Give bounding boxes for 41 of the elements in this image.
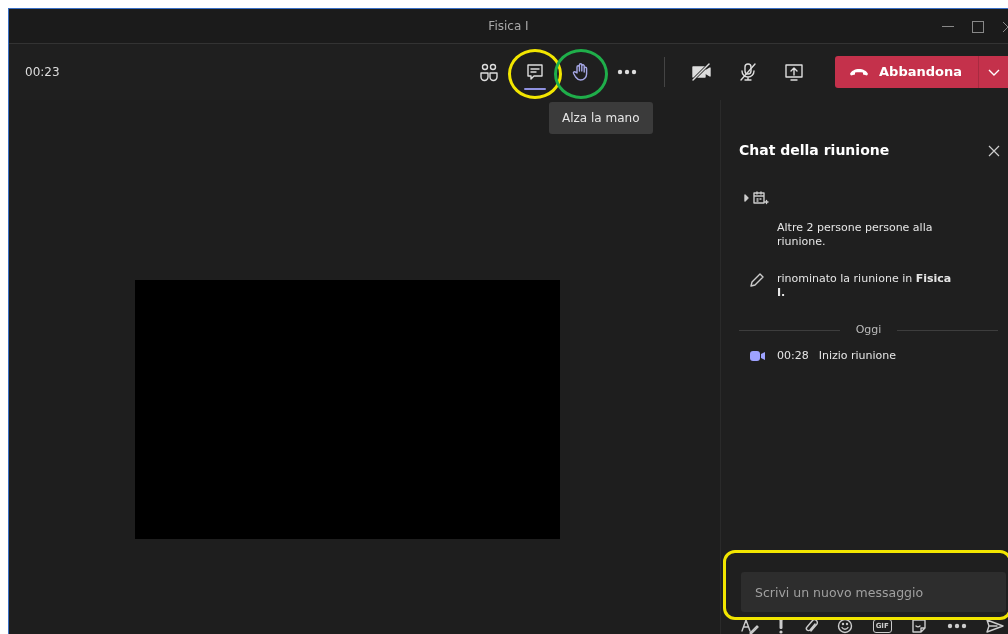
panel-title: Chat della riunione [739, 141, 890, 160]
emoji-button[interactable] [837, 618, 854, 634]
meeting-event: Inizio riunione [818, 348, 897, 363]
window-title: Fisica I [488, 18, 529, 35]
minimize-icon[interactable] [942, 25, 954, 28]
exclamation-button[interactable] [778, 618, 785, 634]
camera-off-icon [691, 62, 714, 82]
video-camera-icon [748, 348, 766, 363]
chat-icon [525, 62, 546, 82]
leave-options-button[interactable] [978, 56, 1008, 88]
send-button[interactable] [986, 619, 1004, 633]
close-icon [988, 144, 1000, 157]
timer-text: 00:23 [25, 64, 60, 81]
message-input[interactable]: Scrivi un nuovo messaggio [741, 572, 1006, 612]
calendar-icon [744, 191, 770, 205]
date-divider-label: Oggi [855, 322, 882, 339]
system-message: Altre 2 persone persone alla riunione. [777, 221, 934, 250]
paperclip-button[interactable] [803, 618, 818, 634]
close-button[interactable] [988, 144, 1000, 157]
sticker-button[interactable] [911, 618, 928, 634]
share-icon [784, 62, 805, 82]
phone-icon [849, 68, 870, 76]
text-format-icon [741, 618, 759, 634]
message-time: 00:28 [777, 348, 809, 363]
people-icon [479, 62, 500, 82]
more-icon [946, 623, 967, 629]
rename-message: rinominato la riunione in Fisica I. [777, 271, 953, 301]
more-button[interactable] [946, 623, 967, 629]
selection-underline [524, 88, 547, 90]
more-icon [617, 69, 638, 75]
tooltip: Alza la mano [549, 102, 653, 134]
paperclip-icon [803, 618, 818, 634]
leave-button[interactable]: Abbandona [835, 56, 978, 88]
exclamation-icon [778, 618, 785, 634]
text-format-button[interactable] [741, 618, 759, 634]
send-icon [986, 619, 1004, 633]
pencil-icon [749, 271, 765, 288]
emoji-icon [837, 618, 854, 634]
maximize-icon[interactable] [972, 20, 984, 33]
sticker-icon [911, 618, 928, 634]
chevron-down-icon [987, 68, 1000, 76]
